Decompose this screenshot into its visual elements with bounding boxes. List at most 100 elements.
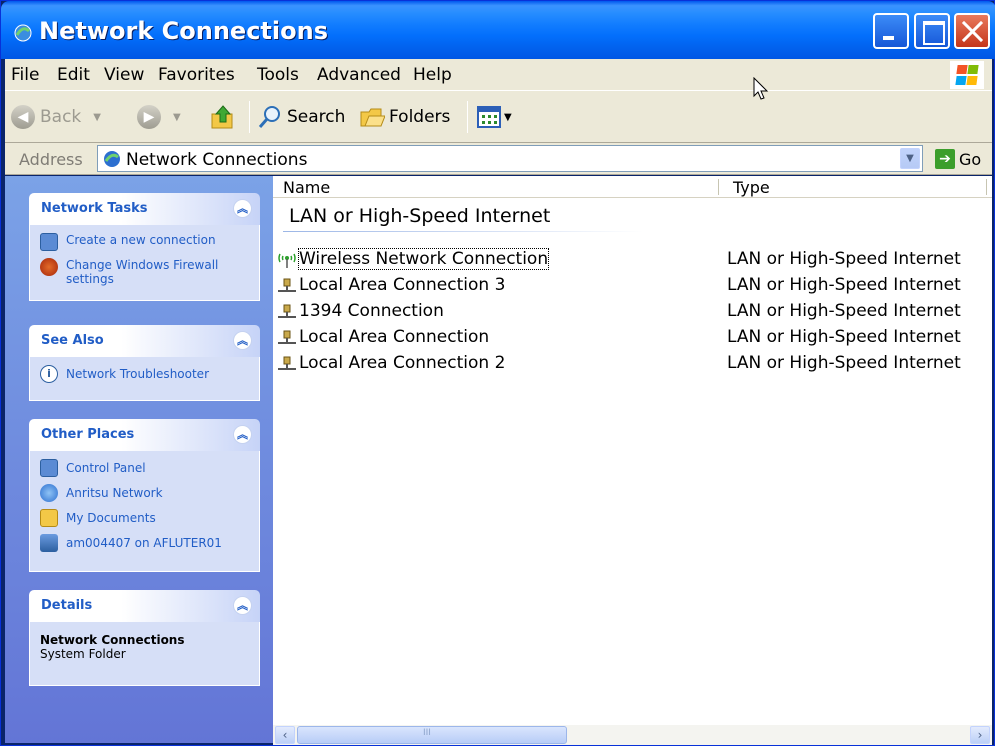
firewall-settings-link[interactable]: Change Windows Firewall settings xyxy=(40,258,249,286)
list-item[interactable]: 1394 Connection LAN or High-Speed Intern… xyxy=(277,299,992,325)
column-header-type[interactable]: Type xyxy=(733,178,770,197)
item-name: Wireless Network Connection xyxy=(297,248,550,270)
address-dropdown-icon[interactable]: ▼ xyxy=(900,148,920,169)
info-icon: i xyxy=(40,365,58,383)
anritsu-network-link[interactable]: Anritsu Network xyxy=(40,484,249,509)
network-drive-link[interactable]: am004407 on AFLUTER01 xyxy=(40,534,249,559)
network-plug-icon xyxy=(278,304,296,318)
item-type: LAN or High-Speed Internet xyxy=(727,249,961,269)
network-troubleshooter-label: Network Troubleshooter xyxy=(66,367,209,381)
column-divider[interactable] xyxy=(718,179,719,195)
item-name: Local Area Connection 2 xyxy=(299,353,506,373)
menu-view[interactable]: View xyxy=(104,65,144,85)
details-body: Network Connections System Folder xyxy=(29,622,260,686)
menu-file[interactable]: File xyxy=(11,65,39,85)
mouse-cursor-icon xyxy=(753,77,769,100)
menu-bar: File Edit View Favorites Tools Advanced … xyxy=(5,59,992,91)
details-header[interactable]: Details ︽ xyxy=(29,590,260,622)
my-documents-label: My Documents xyxy=(66,511,156,525)
scroll-right-button[interactable]: › xyxy=(970,726,990,744)
column-divider[interactable] xyxy=(986,179,987,195)
create-connection-label: Create a new connection xyxy=(66,233,216,247)
title-bar[interactable]: Network Connections xyxy=(1,1,995,59)
folders-button[interactable]: Folders xyxy=(359,103,450,131)
go-arrow-icon: ➔ xyxy=(935,149,955,169)
toolbar: ◀ Back ▼ ▶ ▼ Search Folders ▼ xyxy=(5,91,992,143)
back-dropdown-icon[interactable]: ▼ xyxy=(93,112,101,123)
item-name: Local Area Connection 3 xyxy=(299,275,506,295)
collapse-chevron-icon[interactable]: ︽ xyxy=(233,425,252,444)
network-drive-label: am004407 on AFLUTER01 xyxy=(66,536,222,550)
firewall-icon xyxy=(40,258,58,276)
close-button[interactable] xyxy=(954,13,990,49)
views-icon xyxy=(477,106,501,128)
menu-advanced[interactable]: Advanced xyxy=(317,65,401,85)
column-header-name[interactable]: Name xyxy=(283,178,330,197)
item-type: LAN or High-Speed Internet xyxy=(727,327,961,347)
folders-icon xyxy=(360,108,385,127)
group-divider xyxy=(283,231,643,232)
up-folder-button[interactable] xyxy=(210,103,236,131)
forward-button[interactable]: ▶ ▼ xyxy=(137,103,181,131)
collapse-chevron-icon[interactable]: ︽ xyxy=(233,199,252,218)
control-panel-link[interactable]: Control Panel xyxy=(40,459,249,484)
item-type: LAN or High-Speed Internet xyxy=(727,275,961,295)
scroll-left-button[interactable]: ‹ xyxy=(275,726,295,744)
forward-dropdown-icon[interactable]: ▼ xyxy=(173,112,181,123)
network-plug-icon xyxy=(278,356,296,370)
minimize-button[interactable] xyxy=(873,13,909,49)
file-list-view[interactable]: Name Type LAN or High-Speed Internet Wir… xyxy=(273,176,992,743)
address-input[interactable]: Network Connections ▼ xyxy=(97,145,923,172)
list-item[interactable]: Local Area Connection 2 LAN or High-Spee… xyxy=(277,351,992,377)
list-item[interactable]: Wireless Network Connection LAN or High-… xyxy=(277,247,992,273)
list-item[interactable]: Local Area Connection LAN or High-Speed … xyxy=(277,325,992,351)
my-documents-icon xyxy=(40,509,58,527)
horizontal-scrollbar[interactable]: ‹ › xyxy=(273,725,992,745)
views-button[interactable]: ▼ xyxy=(477,103,512,131)
details-title: Details xyxy=(41,598,93,613)
other-places-body: Control Panel Anritsu Network My Documen… xyxy=(29,451,260,572)
collapse-chevron-icon[interactable]: ︽ xyxy=(233,331,252,350)
other-places-header[interactable]: Other Places ︽ xyxy=(29,419,260,451)
address-label: Address xyxy=(19,150,83,169)
network-troubleshooter-link[interactable]: i Network Troubleshooter xyxy=(40,365,249,390)
search-label: Search xyxy=(287,107,346,127)
menu-edit[interactable]: Edit xyxy=(57,65,90,85)
group-header: LAN or High-Speed Internet xyxy=(289,205,551,227)
see-also-body: i Network Troubleshooter xyxy=(29,357,260,401)
scroll-thumb[interactable] xyxy=(297,726,567,744)
views-dropdown-icon: ▼ xyxy=(504,111,512,123)
window-title: Network Connections xyxy=(39,17,328,45)
back-button[interactable]: ◀ Back ▼ xyxy=(11,103,101,131)
go-label: Go xyxy=(959,149,982,169)
network-tasks-body: Create a new connection Change Windows F… xyxy=(29,225,260,301)
maximize-button[interactable] xyxy=(914,13,950,49)
item-type: LAN or High-Speed Internet xyxy=(727,301,961,321)
toolbar-separator xyxy=(467,101,468,133)
list-item[interactable]: Local Area Connection 3 LAN or High-Spee… xyxy=(277,273,992,299)
search-button[interactable]: Search xyxy=(257,103,345,131)
see-also-title: See Also xyxy=(41,333,104,348)
up-folder-icon xyxy=(211,105,233,129)
see-also-panel: See Also ︽ i Network Troubleshooter xyxy=(29,325,260,401)
address-bar: Address Network Connections ▼ ➔ Go xyxy=(5,143,992,175)
menu-help[interactable]: Help xyxy=(413,65,452,85)
menu-tools[interactable]: Tools xyxy=(257,65,299,85)
create-connection-link[interactable]: Create a new connection xyxy=(40,233,249,258)
wireless-icon xyxy=(278,253,296,268)
search-icon xyxy=(258,106,280,128)
other-places-panel: Other Places ︽ Control Panel Anritsu Net… xyxy=(29,419,260,572)
collapse-chevron-icon[interactable]: ︽ xyxy=(233,596,252,615)
my-documents-link[interactable]: My Documents xyxy=(40,509,249,534)
back-arrow-icon: ◀ xyxy=(11,105,35,129)
column-header-row: Name Type xyxy=(273,176,992,198)
go-button[interactable]: ➔ Go xyxy=(935,148,981,170)
network-connections-icon xyxy=(104,151,120,167)
control-panel-label: Control Panel xyxy=(66,461,146,475)
network-tasks-header[interactable]: Network Tasks ︽ xyxy=(29,193,260,225)
details-kind: System Folder xyxy=(40,647,126,661)
firewall-settings-label: Change Windows Firewall settings xyxy=(66,258,219,286)
see-also-header[interactable]: See Also ︽ xyxy=(29,325,260,357)
details-name: Network Connections xyxy=(40,633,185,647)
menu-favorites[interactable]: Favorites xyxy=(158,65,235,85)
